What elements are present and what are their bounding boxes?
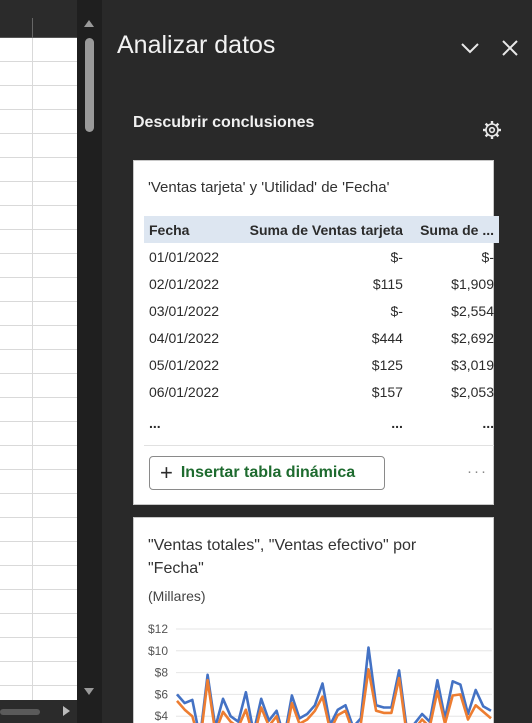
table-row: 01/01/2022 $- $- xyxy=(144,243,499,270)
table-cell: 04/01/2022 xyxy=(149,329,220,346)
horizontal-scroll-thumb[interactable] xyxy=(0,709,40,715)
card-title: "Ventas totales", "Ventas efectivo" por … xyxy=(148,537,417,577)
table-row: 05/01/2022 $125 $3,019 xyxy=(144,351,499,378)
insert-pivot-table-button[interactable]: + Insertar tabla dinámica xyxy=(149,456,385,490)
y-tick-label: $12 xyxy=(148,622,168,636)
units-label: (Millares) xyxy=(148,588,206,604)
scroll-down-icon[interactable] xyxy=(84,688,94,695)
table-cell: $1,909 xyxy=(451,275,494,292)
column-divider xyxy=(32,18,33,38)
table-cell: 02/01/2022 xyxy=(149,275,220,292)
section-title: Descubrir conclusiones xyxy=(133,114,315,131)
y-tick-label: $6 xyxy=(155,687,169,701)
table-cell: $2,554 xyxy=(451,302,494,319)
table-cell: ... xyxy=(391,415,403,431)
gear-icon[interactable] xyxy=(482,120,502,140)
y-tick-label: $4 xyxy=(155,709,169,723)
excel-window: Analizar datos Descubrir conclusiones 'V… xyxy=(0,0,532,723)
table-row: 06/01/2022 $157 $2,053 xyxy=(144,378,499,405)
card-title: 'Ventas tarjeta' y 'Utilidad' de 'Fecha' xyxy=(148,179,390,196)
y-tick-label: $8 xyxy=(155,666,169,680)
horizontal-scrollbar[interactable] xyxy=(0,700,77,723)
table-header-row: Fecha Suma de Ventas tarjeta Suma de ... xyxy=(144,216,499,243)
more-options-icon[interactable]: ··· xyxy=(467,463,488,480)
close-icon[interactable] xyxy=(500,38,520,58)
table-cell: ... xyxy=(482,415,494,431)
table-cell: $125 xyxy=(371,356,403,373)
vertical-scrollbar[interactable] xyxy=(77,0,102,723)
column-header xyxy=(0,0,77,38)
pivot-preview-table: Fecha Suma de Ventas tarjeta Suma de ...… xyxy=(144,216,499,435)
chevron-down-icon[interactable] xyxy=(459,38,481,58)
line-chart: $12 $10 $8 $6 $4 xyxy=(148,622,492,723)
table-cell: 06/01/2022 xyxy=(149,383,220,400)
table-row: 03/01/2022 $- $2,554 xyxy=(144,297,499,324)
table-cell: $- xyxy=(390,248,403,265)
column-header-utilidad: Suma de ... xyxy=(407,216,499,243)
table-cell: $115 xyxy=(372,275,403,292)
worksheet-area[interactable] xyxy=(0,0,77,700)
column-header-ventas-tarjeta: Suma de Ventas tarjeta xyxy=(230,216,408,243)
insight-card-chart: "Ventas totales", "Ventas efectivo" por … xyxy=(133,517,494,723)
table-cell: ... xyxy=(149,415,161,431)
y-tick-label: $10 xyxy=(148,644,168,658)
table-cell: 05/01/2022 xyxy=(149,356,220,373)
table-cell: $2,053 xyxy=(451,383,494,400)
cell-grid[interactable] xyxy=(0,38,77,700)
vertical-scroll-thumb[interactable] xyxy=(85,38,94,132)
column-header-fecha: Fecha xyxy=(144,216,231,243)
scroll-right-icon[interactable] xyxy=(63,706,70,716)
table-cell: 03/01/2022 xyxy=(149,302,220,319)
table-cell: $3,019 xyxy=(451,356,494,373)
table-cell: $- xyxy=(481,248,494,265)
plus-icon: + xyxy=(160,460,173,485)
scroll-up-icon[interactable] xyxy=(84,20,94,27)
table-cell: 01/01/2022 xyxy=(149,248,220,265)
table-cell: $444 xyxy=(371,329,403,346)
divider xyxy=(144,445,494,446)
insight-card-pivot: 'Ventas tarjeta' y 'Utilidad' de 'Fecha'… xyxy=(133,160,499,505)
insert-pivot-table-label: Insertar tabla dinámica xyxy=(180,464,356,481)
table-row: 04/01/2022 $444 $2,692 xyxy=(144,324,499,351)
analyze-data-pane: Analizar datos Descubrir conclusiones 'V… xyxy=(102,0,532,723)
table-cell: $- xyxy=(390,302,403,319)
table-cell: $157 xyxy=(371,383,403,400)
table-cell: $2,692 xyxy=(451,329,494,346)
pane-title: Analizar datos xyxy=(117,31,276,59)
table-row-ellipsis: ... ... ... xyxy=(144,405,499,435)
table-row: 02/01/2022 $115 $1,909 xyxy=(144,270,499,297)
